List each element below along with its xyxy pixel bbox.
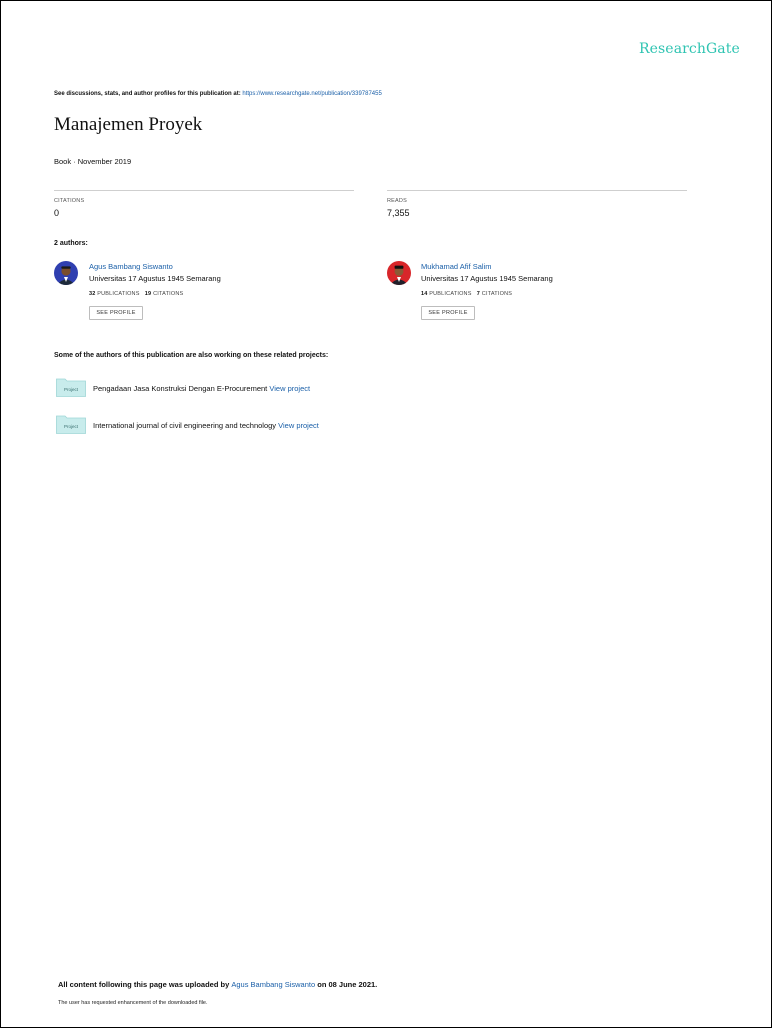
citations-divider bbox=[54, 190, 354, 191]
author-name-link[interactable]: Mukhamad Afif Salim bbox=[421, 262, 491, 271]
project-title: International journal of civil engineeri… bbox=[93, 421, 279, 430]
project-folder-icon: Project bbox=[56, 414, 86, 434]
citations-value: 0 bbox=[54, 208, 60, 218]
publication-title: Manajemen Proyek bbox=[54, 114, 203, 135]
author-stats: 14 PUBLICATIONS 7 CITATIONS bbox=[421, 291, 513, 297]
intro-line: See discussions, stats, and author profi… bbox=[54, 91, 382, 97]
reads-label: READS bbox=[387, 198, 407, 204]
publication-type-date: Book · November 2019 bbox=[54, 157, 132, 166]
upload-note: All content following this page was uplo… bbox=[58, 980, 378, 989]
project-entry: Pengadaan Jasa Konstruksi Dengan E-Procu… bbox=[93, 384, 310, 393]
view-project-link[interactable]: View project bbox=[269, 384, 310, 393]
reads-value: 7,355 bbox=[387, 208, 410, 218]
cover-page: ResearchGate See discussions, stats, and… bbox=[0, 0, 772, 1028]
reads-divider bbox=[387, 190, 687, 191]
project-entry: International journal of civil engineeri… bbox=[93, 421, 319, 430]
author-institution: Universitas 17 Agustus 1945 Semarang bbox=[421, 274, 553, 283]
avatar[interactable] bbox=[387, 261, 411, 285]
authors-count-label: 2 authors: bbox=[54, 240, 88, 247]
researchgate-logo[interactable]: ResearchGate bbox=[639, 41, 740, 57]
intro-text: See discussions, stats, and author profi… bbox=[54, 91, 243, 97]
download-note: The user has requested enhancement of th… bbox=[58, 1000, 208, 1006]
svg-text:Project: Project bbox=[64, 424, 79, 429]
author-institution: Universitas 17 Agustus 1945 Semarang bbox=[89, 274, 221, 283]
publication-url-link[interactable]: https://www.researchgate.net/publication… bbox=[242, 91, 381, 97]
see-profile-button[interactable]: SEE PROFILE bbox=[89, 306, 143, 320]
see-profile-button[interactable]: SEE PROFILE bbox=[421, 306, 475, 320]
avatar[interactable] bbox=[54, 261, 78, 285]
author-name-link[interactable]: Agus Bambang Siswanto bbox=[89, 262, 173, 271]
related-projects-label: Some of the authors of this publication … bbox=[54, 352, 329, 359]
uploader-link[interactable]: Agus Bambang Siswanto bbox=[231, 980, 315, 989]
citations-label: CITATIONS bbox=[54, 198, 85, 204]
svg-text:Project: Project bbox=[64, 387, 79, 392]
project-title: Pengadaan Jasa Konstruksi Dengan E-Procu… bbox=[93, 384, 270, 393]
project-folder-icon: Project bbox=[56, 377, 86, 397]
author-stats: 32 PUBLICATIONS 19 CITATIONS bbox=[89, 291, 184, 297]
view-project-link[interactable]: View project bbox=[278, 421, 319, 430]
